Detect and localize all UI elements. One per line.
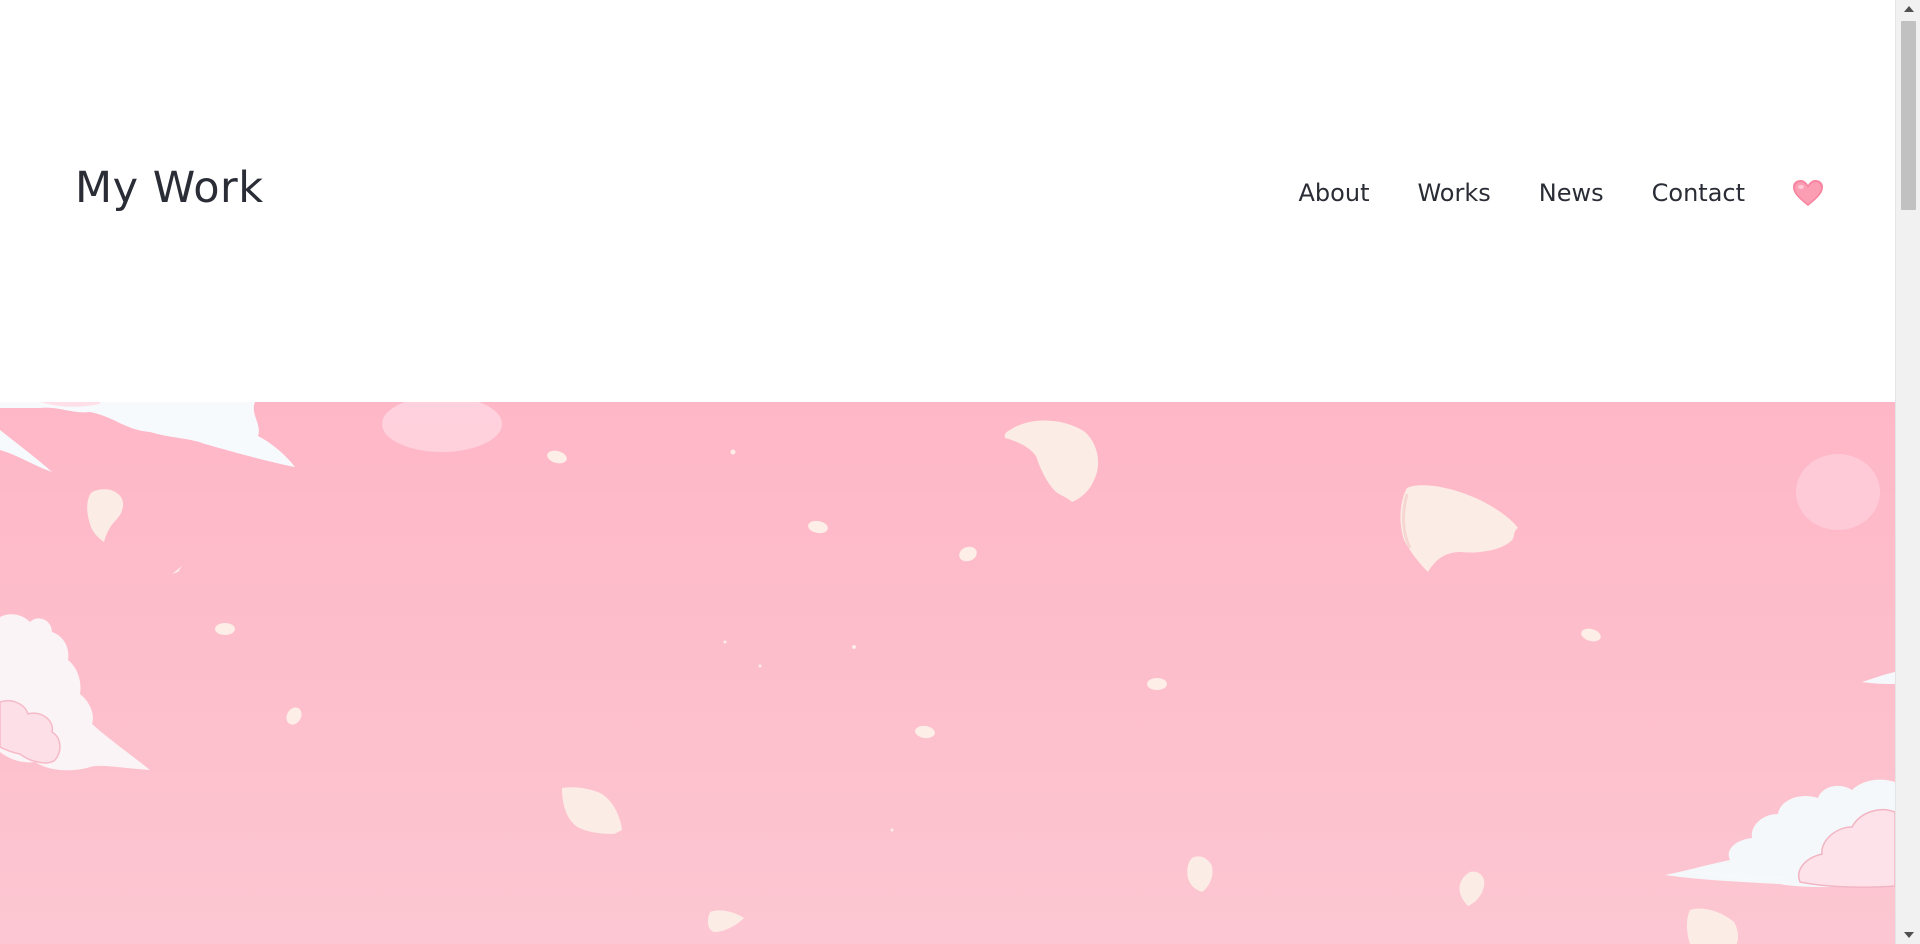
heart-icon[interactable] [1791,178,1825,208]
hero-illustration [0,402,1895,944]
site-header: My Work About Works News Contact [0,0,1895,402]
scrollbar-thumb[interactable] [1901,21,1916,210]
site-title[interactable]: My Work [75,163,264,213]
main-nav: About Works News Contact [1299,178,1825,208]
vertical-scrollbar[interactable] [1895,0,1920,944]
nav-news[interactable]: News [1539,179,1604,207]
nav-contact[interactable]: Contact [1652,179,1745,207]
page: My Work About Works News Contact [0,0,1895,944]
nav-works[interactable]: Works [1417,179,1490,207]
nav-about[interactable]: About [1299,179,1370,207]
scroll-down-arrow-icon[interactable] [1896,926,1920,944]
scroll-up-arrow-icon[interactable] [1896,0,1920,18]
cherry-blossom-illustration [0,402,1895,944]
